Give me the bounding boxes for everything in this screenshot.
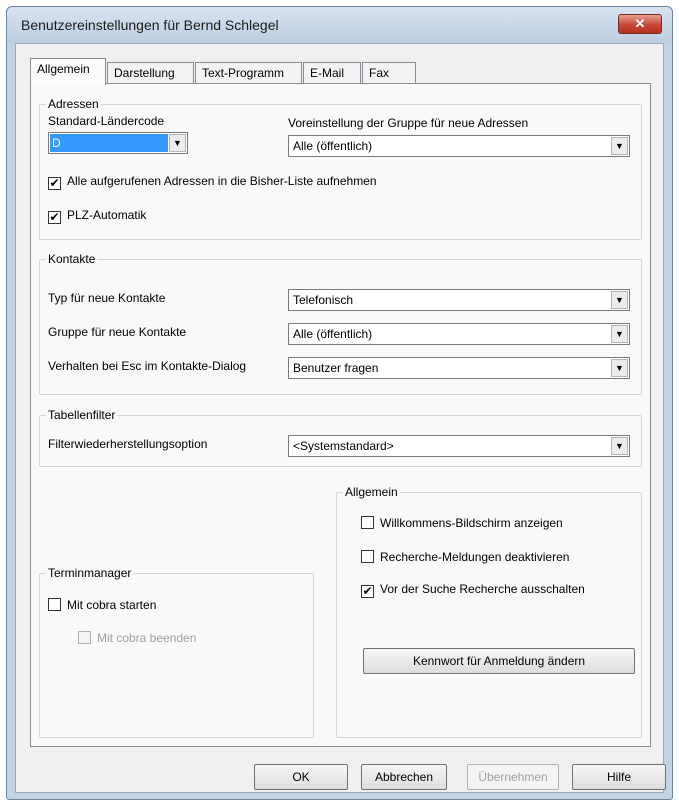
- checkbox-icon[interactable]: [48, 598, 61, 611]
- gruppe-kontakte-select[interactable]: Alle (öffentlich) ▼: [288, 323, 630, 345]
- group-kontakte: Kontakte Typ für neue Kontakte Telefonis…: [39, 252, 642, 395]
- recherche-ausschalten-checkbox[interactable]: ✔ Vor der Suche Recherche ausschalten: [361, 582, 585, 598]
- group-title-allgemein: Allgemein: [343, 485, 400, 499]
- mit-cobra-starten-checkbox[interactable]: Mit cobra starten: [48, 598, 156, 612]
- mit-cobra-beenden-checkbox: Mit cobra beenden: [78, 631, 196, 645]
- group-tabellenfilter: Tabellenfilter Filterwiederherstellungso…: [39, 408, 642, 467]
- title-bar[interactable]: Benutzereinstellungen für Bernd Schlegel…: [7, 7, 672, 43]
- tab-fax[interactable]: Fax: [362, 62, 416, 84]
- recherche-meldungen-checkbox[interactable]: Recherche-Meldungen deaktivieren: [361, 550, 569, 564]
- checkbox-icon: [78, 631, 91, 644]
- bisher-liste-checkbox[interactable]: ✔ Alle aufgerufenen Adressen in die Bishe…: [48, 174, 377, 190]
- esc-verhalten-select[interactable]: Benutzer fragen ▼: [288, 357, 630, 379]
- willkommen-checkbox[interactable]: Willkommens-Bildschirm anzeigen: [361, 516, 563, 530]
- laendercode-select[interactable]: D ▼: [48, 132, 188, 154]
- group-adressen: Adressen Standard-Ländercode D ▼ Voreins…: [39, 97, 642, 240]
- group-title-tabellenfilter: Tabellenfilter: [46, 408, 118, 422]
- group-title-adressen: Adressen: [46, 97, 101, 111]
- kennwort-aendern-button[interactable]: Kennwort für Anmeldung ändern: [363, 648, 635, 674]
- tab-text-programm[interactable]: Text-Programm: [195, 62, 302, 84]
- checkbox-icon[interactable]: [361, 516, 374, 529]
- checkbox-checked-icon[interactable]: ✔: [361, 585, 374, 598]
- laendercode-label: Standard-Ländercode: [48, 114, 165, 128]
- filteroption-select[interactable]: <Systemstandard> ▼: [288, 435, 630, 457]
- esc-verhalten-label: Verhalten bei Esc im Kontakte-Dialog: [48, 359, 247, 373]
- checkbox-checked-icon[interactable]: ✔: [48, 211, 61, 224]
- group-terminmanager: Terminmanager Mit cobra starten Mit cobr…: [39, 566, 314, 738]
- abbrechen-button[interactable]: Abbrechen: [361, 764, 447, 790]
- filteroption-label: Filterwiederherstellungsoption: [48, 437, 208, 451]
- tab-darstellung[interactable]: Darstellung: [107, 62, 194, 84]
- gruppe-adressen-select[interactable]: Alle (öffentlich) ▼: [288, 135, 630, 157]
- dialog-client-area: Allgemein Darstellung Text-Programm E-Ma…: [15, 43, 666, 793]
- checkbox-icon[interactable]: [361, 550, 374, 563]
- group-title-kontakte: Kontakte: [46, 252, 98, 266]
- settings-dialog: Benutzereinstellungen für Bernd Schlegel…: [6, 6, 673, 800]
- tab-allgemein[interactable]: Allgemein: [30, 58, 106, 85]
- typ-kontakte-label: Typ für neue Kontakte: [48, 291, 166, 305]
- chevron-down-icon[interactable]: ▼: [611, 437, 628, 455]
- chevron-down-icon[interactable]: ▼: [169, 134, 186, 152]
- group-allgemein: Allgemein Willkommens-Bildschirm anzeige…: [336, 485, 642, 738]
- close-icon: ✕: [634, 16, 646, 31]
- chevron-down-icon[interactable]: ▼: [611, 137, 628, 155]
- close-button[interactable]: ✕: [618, 14, 662, 34]
- chevron-down-icon[interactable]: ▼: [611, 359, 628, 377]
- gruppe-kontakte-label: Gruppe für neue Kontakte: [48, 325, 187, 339]
- window-title: Benutzereinstellungen für Bernd Schlegel: [21, 17, 279, 33]
- plz-automatik-checkbox[interactable]: ✔ PLZ-Automatik: [48, 208, 146, 224]
- typ-kontakte-select[interactable]: Telefonisch ▼: [288, 289, 630, 311]
- hilfe-button[interactable]: Hilfe: [572, 764, 666, 790]
- chevron-down-icon[interactable]: ▼: [611, 325, 628, 343]
- tab-panel-allgemein: Adressen Standard-Ländercode D ▼ Voreins…: [30, 83, 651, 747]
- uebernehmen-button: Übernehmen: [467, 764, 559, 790]
- group-title-terminmanager: Terminmanager: [46, 566, 134, 580]
- ok-button[interactable]: OK: [254, 764, 348, 790]
- checkbox-checked-icon[interactable]: ✔: [48, 177, 61, 190]
- tab-e-mail[interactable]: E-Mail: [303, 62, 361, 84]
- chevron-down-icon[interactable]: ▼: [611, 291, 628, 309]
- gruppe-adressen-label: Voreinstellung der Gruppe für neue Adres…: [288, 116, 529, 130]
